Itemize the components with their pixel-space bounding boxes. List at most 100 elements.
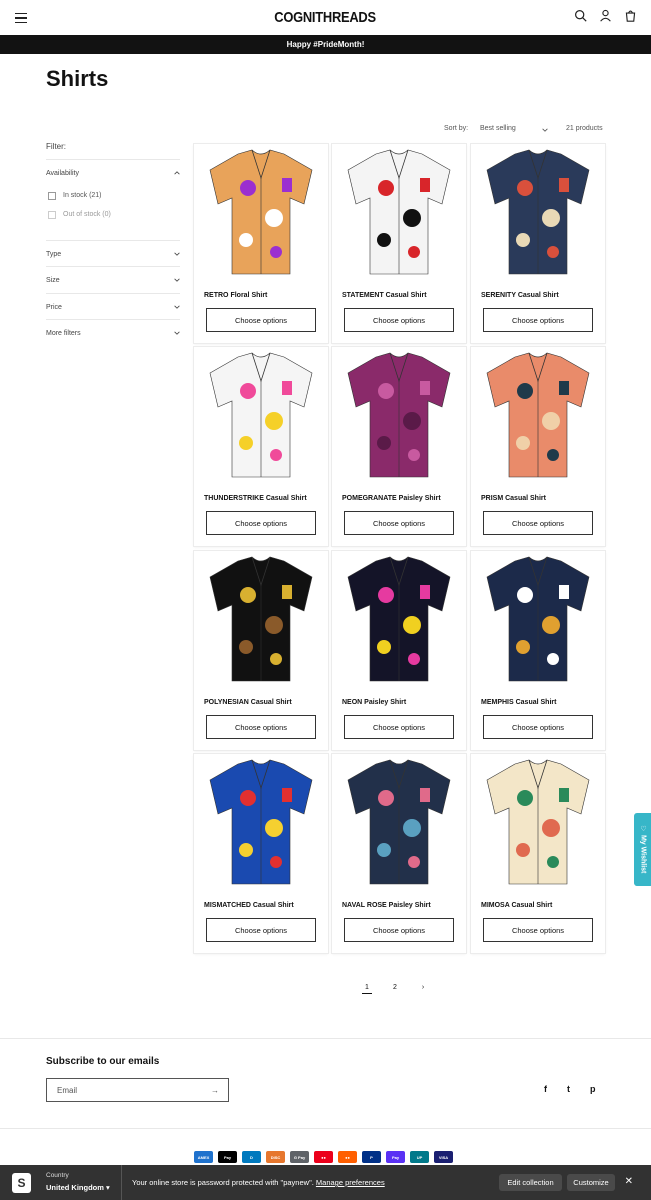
customize-button[interactable]: Customize <box>567 1174 615 1191</box>
product-image[interactable] <box>208 351 314 479</box>
payment-icon: UP <box>410 1151 429 1163</box>
product-image[interactable] <box>208 555 314 683</box>
announcement-bar[interactable]: Happy #PrideMonth! <box>0 35 651 54</box>
choose-options-button[interactable]: Choose options <box>206 715 316 739</box>
product-image[interactable] <box>485 758 591 886</box>
product-title[interactable]: SERENITY Casual Shirt <box>481 292 559 299</box>
country-selector[interactable]: United Kingdom ▾ <box>46 1183 110 1192</box>
twitter-icon[interactable]: t <box>567 1085 576 1094</box>
edit-collection-button[interactable]: Edit collection <box>499 1174 562 1191</box>
product-title[interactable]: STATEMENT Casual Shirt <box>342 292 427 299</box>
chevron-up-icon <box>174 171 180 175</box>
filter-size[interactable]: Size <box>46 266 180 293</box>
email-field[interactable]: Email → <box>46 1078 229 1102</box>
filter-option-in-stock[interactable]: In stock (21) <box>46 186 180 205</box>
product-image[interactable] <box>208 148 314 276</box>
choose-options-button[interactable]: Choose options <box>206 511 316 535</box>
filter-label: Price <box>46 303 62 311</box>
manage-preferences-link[interactable]: Manage preferences <box>316 1178 385 1187</box>
choose-options-button[interactable]: Choose options <box>206 308 316 332</box>
product-title[interactable]: RETRO Floral Shirt <box>204 292 267 299</box>
choose-options-button[interactable]: Choose options <box>483 511 593 535</box>
product-card[interactable]: POLYNESIAN Casual Shirt Choose options <box>194 551 328 750</box>
product-card[interactable]: THUNDERSTRIKE Casual Shirt Choose options <box>194 347 328 546</box>
payment-icon: Pay <box>386 1151 405 1163</box>
social-links: f t p <box>544 1085 599 1094</box>
product-card[interactable]: NAVAL ROSE Paisley Shirt Choose options <box>332 754 466 953</box>
product-card[interactable]: NEON Paisley Shirt Choose options <box>332 551 466 750</box>
page-2[interactable]: 2 <box>390 984 400 994</box>
chevron-down-icon[interactable] <box>542 127 548 133</box>
product-image[interactable] <box>485 555 591 683</box>
product-title[interactable]: MISMATCHED Casual Shirt <box>204 902 294 909</box>
product-card[interactable]: MIMOSA Casual Shirt Choose options <box>471 754 605 953</box>
payment-icon: Pay <box>218 1151 237 1163</box>
page-1[interactable]: 1 <box>362 984 372 994</box>
sort-select[interactable]: Best selling <box>480 125 516 132</box>
product-image[interactable] <box>485 351 591 479</box>
product-image[interactable] <box>208 758 314 886</box>
choose-options-button[interactable]: Choose options <box>206 918 316 942</box>
checkbox[interactable] <box>48 191 56 200</box>
product-image[interactable] <box>485 148 591 276</box>
country-label: Country <box>46 1172 69 1179</box>
product-card[interactable]: STATEMENT Casual Shirt Choose options <box>332 144 466 343</box>
choose-options-button[interactable]: Choose options <box>344 918 454 942</box>
subscribe-title: Subscribe to our emails <box>46 1056 160 1067</box>
filter-label: More filters <box>46 329 81 337</box>
menu-icon[interactable] <box>15 10 27 24</box>
product-card[interactable]: MISMATCHED Casual Shirt Choose options <box>194 754 328 953</box>
choose-options-button[interactable]: Choose options <box>344 308 454 332</box>
caret-down-icon: ▾ <box>106 1183 110 1192</box>
choose-options-button[interactable]: Choose options <box>483 715 593 739</box>
admin-bar: S Country United Kingdom ▾ Your online s… <box>0 1165 651 1200</box>
choose-options-button[interactable]: Choose options <box>344 511 454 535</box>
close-icon[interactable]: ✕ <box>625 1176 633 1187</box>
payment-icon: VISA <box>434 1151 453 1163</box>
divider <box>0 1128 651 1129</box>
product-title[interactable]: NAVAL ROSE Paisley Shirt <box>342 902 431 909</box>
pinterest-icon[interactable]: p <box>590 1085 599 1094</box>
choose-options-button[interactable]: Choose options <box>344 715 454 739</box>
product-title[interactable]: MIMOSA Casual Shirt <box>481 902 552 909</box>
arrow-right-icon[interactable]: → <box>211 1086 219 1095</box>
shopify-icon: S <box>12 1173 31 1193</box>
filter-label: Size <box>46 276 60 284</box>
product-image[interactable] <box>346 148 452 276</box>
product-card[interactable]: POMEGRANATE Paisley Shirt Choose options <box>332 347 466 546</box>
filter-price[interactable]: Price <box>46 293 180 320</box>
checkbox[interactable] <box>48 210 56 219</box>
email-placeholder: Email <box>57 1085 78 1095</box>
choose-options-button[interactable]: Choose options <box>483 918 593 942</box>
choose-options-button[interactable]: Choose options <box>483 308 593 332</box>
filter-availability-toggle[interactable]: Availability <box>46 160 180 186</box>
product-title[interactable]: POMEGRANATE Paisley Shirt <box>342 495 441 502</box>
chevron-down-icon <box>174 278 180 282</box>
product-title[interactable]: MEMPHIS Casual Shirt <box>481 699 556 706</box>
site-logo[interactable]: COGNITHREADS <box>275 9 377 26</box>
product-image[interactable] <box>346 555 452 683</box>
next-page-icon[interactable]: › <box>418 984 428 994</box>
product-title[interactable]: POLYNESIAN Casual Shirt <box>204 699 292 706</box>
payment-icon: ●● <box>314 1151 333 1163</box>
product-card[interactable]: PRISM Casual Shirt Choose options <box>471 347 605 546</box>
product-title[interactable]: NEON Paisley Shirt <box>342 699 406 706</box>
option-label: Out of stock (0) <box>63 211 111 218</box>
product-image[interactable] <box>346 351 452 479</box>
filter-type[interactable]: Type <box>46 240 180 267</box>
product-title[interactable]: PRISM Casual Shirt <box>481 495 546 502</box>
filter-option-out-of-stock[interactable]: Out of stock (0) <box>46 205 180 224</box>
product-card[interactable]: SERENITY Casual Shirt Choose options <box>471 144 605 343</box>
account-icon[interactable] <box>599 9 612 22</box>
product-image[interactable] <box>346 758 452 886</box>
payment-icon: D <box>242 1151 261 1163</box>
product-card[interactable]: RETRO Floral Shirt Choose options <box>194 144 328 343</box>
search-icon[interactable] <box>574 9 587 22</box>
product-title[interactable]: THUNDERSTRIKE Casual Shirt <box>204 495 307 502</box>
product-card[interactable]: MEMPHIS Casual Shirt Choose options <box>471 551 605 750</box>
cart-icon[interactable] <box>624 9 637 22</box>
wishlist-tab[interactable]: ♡ My Wishlist <box>634 813 651 886</box>
facebook-icon[interactable]: f <box>544 1085 553 1094</box>
divider <box>121 1165 122 1200</box>
filter-more[interactable]: More filters <box>46 319 180 346</box>
